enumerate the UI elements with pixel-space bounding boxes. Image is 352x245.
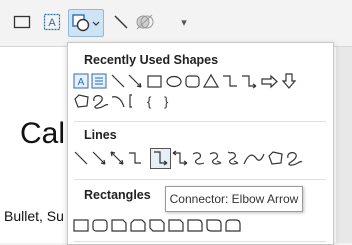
svg-text:A: A bbox=[48, 17, 56, 29]
shapes-dropdown-menu: Recently Used Shapes A {} Lines Rectang… bbox=[67, 42, 334, 245]
rectangle-tool-button[interactable] bbox=[10, 9, 34, 35]
triangle-shape[interactable] bbox=[202, 73, 220, 88]
freeform-line-shape[interactable] bbox=[268, 151, 283, 165]
shape-effects-icon bbox=[136, 14, 154, 30]
curved-double-arrow-connector-shape[interactable] bbox=[227, 151, 239, 165]
scribble-line-shape[interactable] bbox=[287, 152, 303, 166]
shape-effects-button[interactable] bbox=[133, 9, 157, 35]
right-arrow-shape[interactable] bbox=[261, 74, 278, 89]
rectangle-shape[interactable] bbox=[147, 75, 162, 88]
line-tool-button[interactable] bbox=[110, 9, 132, 35]
shapes-icon bbox=[72, 14, 100, 32]
line-shape[interactable] bbox=[111, 74, 125, 88]
rounded-rectangle-shape[interactable] bbox=[92, 219, 108, 232]
arrow-shape[interactable] bbox=[128, 74, 142, 88]
elbow-arrow-connector-shape[interactable] bbox=[154, 151, 168, 166]
left-bracket-shape[interactable] bbox=[129, 94, 132, 108]
snip-diagonal-rectangle-shape[interactable] bbox=[149, 219, 165, 232]
svg-text:A: A bbox=[78, 77, 85, 88]
line-shape[interactable] bbox=[74, 151, 88, 165]
section-title-rectangles: Rectangles bbox=[84, 188, 151, 202]
line-icon bbox=[114, 15, 128, 29]
menu-divider bbox=[74, 179, 326, 180]
section-title-lines: Lines bbox=[84, 128, 117, 142]
vertical-text-box-shape[interactable] bbox=[91, 73, 107, 89]
curved-arrow-connector-shape[interactable] bbox=[209, 152, 222, 165]
oval-shape[interactable] bbox=[166, 75, 182, 88]
rounded-rectangle-shape[interactable] bbox=[185, 75, 200, 88]
recent-shapes-row-2: { } bbox=[72, 91, 332, 111]
shapes-dropdown-button[interactable] bbox=[68, 9, 104, 37]
document-gutter bbox=[336, 47, 352, 243]
elbow-double-arrow-connector-shape[interactable] bbox=[172, 150, 188, 166]
menu-divider bbox=[74, 241, 326, 242]
line-double-arrow-shape[interactable] bbox=[110, 151, 124, 165]
bullet-text-fragment: Bullet, Su bbox=[4, 208, 64, 224]
right-brace-shape[interactable]: } bbox=[164, 94, 169, 109]
section-title-recently-used: Recently Used Shapes bbox=[84, 53, 219, 67]
curved-connector-shape[interactable] bbox=[192, 152, 205, 165]
round-corner-rectangle-shape[interactable] bbox=[187, 219, 203, 232]
text-box-shape[interactable]: A bbox=[73, 73, 89, 89]
elbow-arrow-connector-shape[interactable] bbox=[242, 75, 257, 89]
heading-text-fragment: Cali bbox=[20, 117, 72, 150]
left-brace-shape[interactable]: { bbox=[147, 94, 152, 109]
snip-same-side-rectangle-shape[interactable] bbox=[130, 219, 146, 232]
more-icon: ▾ bbox=[181, 16, 187, 29]
freeform-shape[interactable] bbox=[74, 94, 89, 108]
more-tools-button[interactable]: ▾ bbox=[176, 9, 192, 35]
snip-corner-rectangle-shape[interactable] bbox=[111, 219, 127, 232]
text-box-tool-button[interactable]: A bbox=[40, 9, 64, 35]
round-diagonal-rectangle-shape[interactable] bbox=[206, 219, 222, 232]
scribble-shape[interactable] bbox=[93, 95, 109, 109]
arc-shape[interactable] bbox=[111, 96, 125, 108]
down-arrow-shape[interactable] bbox=[281, 73, 297, 89]
ribbon-toolbar: A ▾ bbox=[0, 0, 352, 47]
elbow-connector-shape[interactable] bbox=[223, 75, 237, 87]
rectangle-shape[interactable] bbox=[73, 219, 89, 232]
rectangle-icon bbox=[13, 15, 31, 29]
rectangles-row bbox=[72, 216, 252, 236]
curve-shape[interactable] bbox=[243, 153, 265, 165]
snip-round-rectangle-shape[interactable] bbox=[168, 219, 184, 232]
menu-divider bbox=[74, 121, 326, 122]
line-arrow-shape[interactable] bbox=[92, 151, 106, 165]
elbow-connector-shape[interactable] bbox=[129, 152, 141, 164]
round-same-side-rectangle-shape[interactable] bbox=[225, 219, 241, 232]
text-box-icon: A bbox=[43, 13, 61, 31]
recent-shapes-row-1: A bbox=[72, 71, 332, 91]
shape-tooltip: Connector: Elbow Arrow bbox=[165, 186, 303, 212]
